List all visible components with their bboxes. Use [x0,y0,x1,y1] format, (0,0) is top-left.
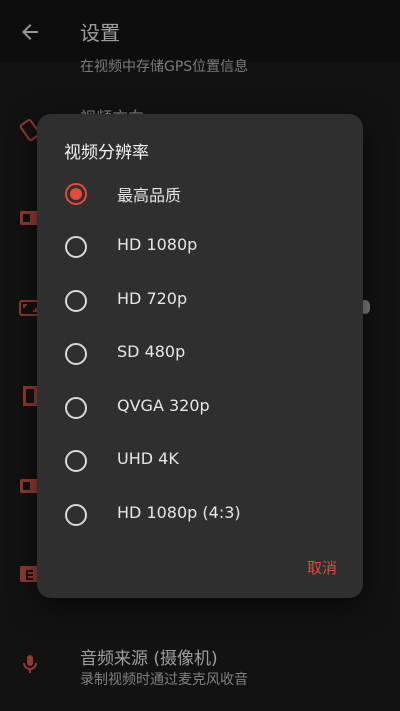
radio-button[interactable] [65,183,87,205]
option-label: 最高品质 [117,186,182,205]
option-label: HD 1080p [117,235,198,254]
option-label: SD 480p [117,342,186,361]
radio-button[interactable] [65,450,87,472]
radio-button[interactable] [65,236,87,258]
video-resolution-dialog: 视频分辨率 最高品质 HD 1080p HD 720p SD 480p QVGA… [37,114,363,598]
resolution-option-uhd4k[interactable]: UHD 4K [37,435,363,485]
resolution-option-hd720p[interactable]: HD 720p [37,275,363,325]
resolution-option-hd1080p-4x3[interactable]: HD 1080p (4:3) [37,489,363,539]
resolution-option-best[interactable]: 最高品质 [37,168,363,218]
dialog-title: 视频分辨率 [64,143,149,163]
radio-button[interactable] [65,504,87,526]
radio-button[interactable] [65,343,87,365]
radio-button[interactable] [65,397,87,419]
option-label: QVGA 320p [117,396,210,415]
option-label: HD 1080p (4:3) [117,503,241,522]
resolution-option-qvga320p[interactable]: QVGA 320p [37,382,363,432]
resolution-option-sd480p[interactable]: SD 480p [37,328,363,378]
radio-button[interactable] [65,290,87,312]
resolution-option-hd1080p[interactable]: HD 1080p [37,221,363,271]
option-label: UHD 4K [117,449,179,468]
cancel-button[interactable]: 取消 [307,557,337,578]
option-label: HD 720p [117,289,188,308]
